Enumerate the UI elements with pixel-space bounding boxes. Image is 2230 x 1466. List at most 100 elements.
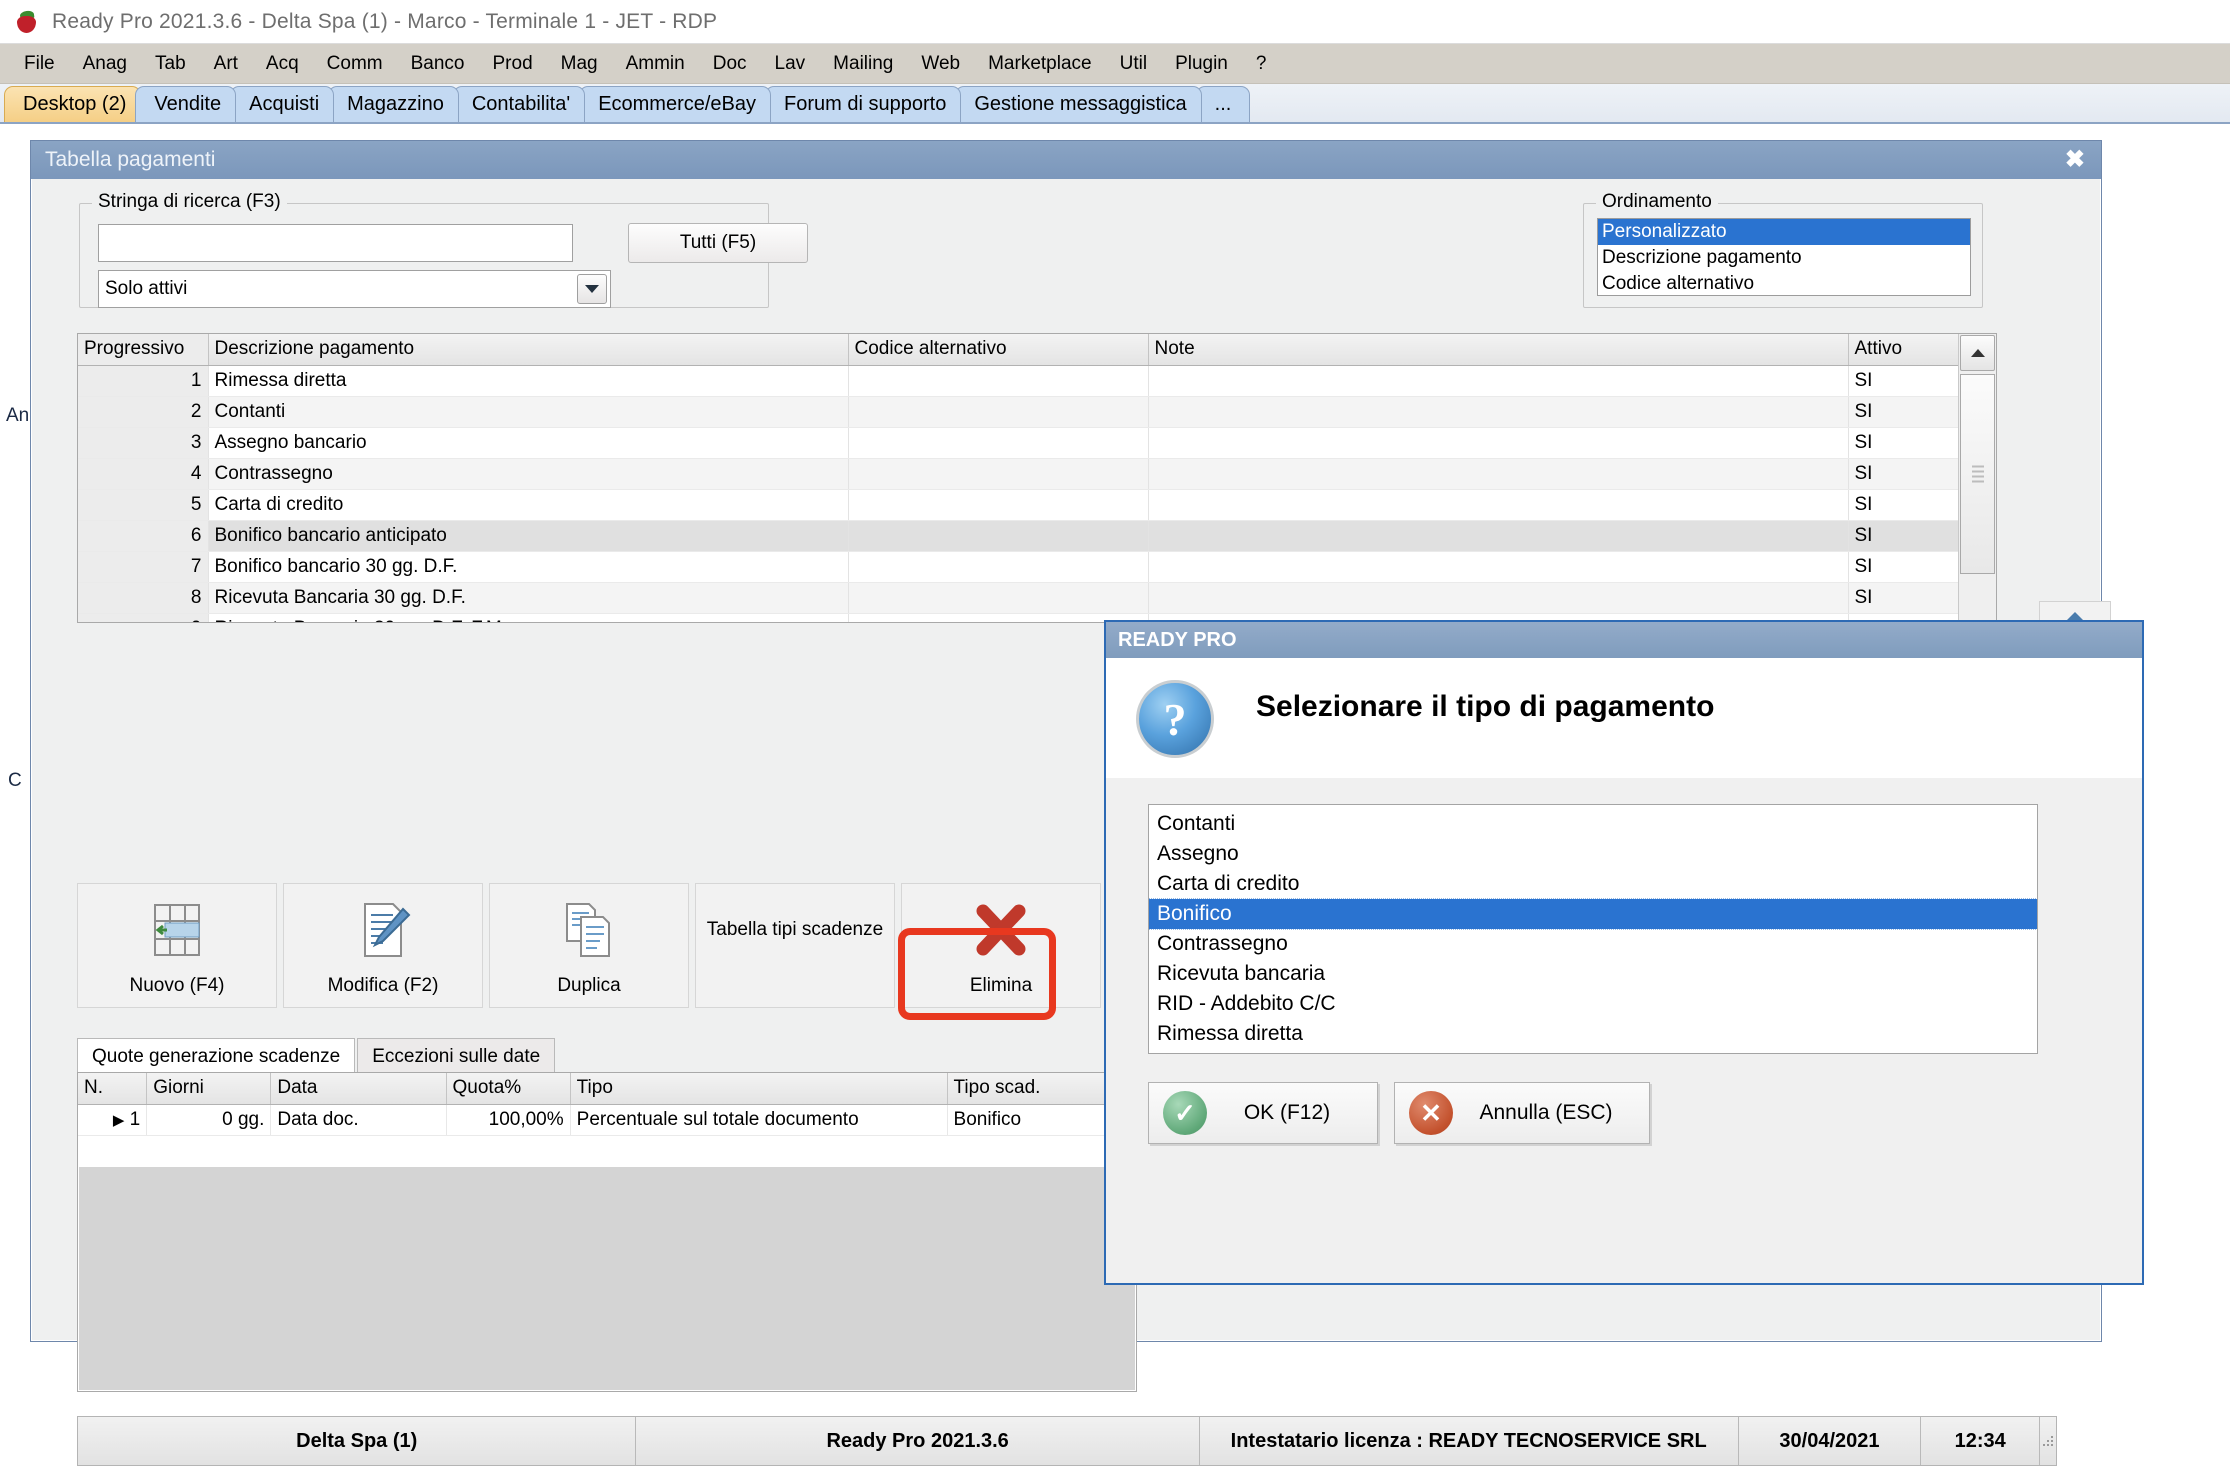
status-resize-grip[interactable] [2040,1417,2057,1465]
menu-item-prod[interactable]: Prod [479,49,547,79]
table-row[interactable]: 4ContrassegnoSISI [78,458,1996,490]
status-version: Ready Pro 2021.3.6 [636,1417,1200,1465]
status-time: 12:34 [1921,1417,2041,1465]
cell-note [1148,582,1849,614]
menu-item-acq[interactable]: Acq [252,49,313,79]
detail-tab-quote-generazione-scadenze[interactable]: Quote generazione scadenze [77,1038,356,1074]
installments-grid[interactable]: N. Giorni Data Quota% Tipo Tipo scad. ▶ 10 gg… [77,1072,1137,1392]
payment-type-option[interactable]: RID - Addebito C/C [1149,989,2037,1019]
grid-vertical-scrollbar[interactable] [1958,334,1996,622]
table-row[interactable]: 2ContantiSISI [78,396,1996,428]
menu-item-doc[interactable]: Doc [699,49,761,79]
column-header[interactable]: Descrizione pagamento [208,334,849,366]
table-row[interactable]: 8Ricevuta Bancaria 30 gg. D.F.SISI [78,582,1996,614]
menu-item-tab[interactable]: Tab [141,49,200,79]
toolbar-button-tabella-tipi-scadenze[interactable]: Tabella tipi scadenze [695,883,895,1008]
menu-item-[interactable]: ? [1242,49,1281,79]
tab-contabilita[interactable]: Contabilita' [452,86,586,122]
payment-type-listbox[interactable]: Contanti Assegno Carta di credito Bonifico C… [1148,804,2038,1054]
cell-n: 1 [129,1108,141,1130]
payment-type-option[interactable]: Bollettino postale [1149,1049,2037,1053]
menu-item-comm[interactable]: Comm [313,49,397,79]
tab-ecommerce-ebay[interactable]: Ecommerce/eBay [579,86,772,122]
payment-type-option[interactable]: Ricevuta bancaria [1149,959,2037,989]
menu-item-file[interactable]: File [10,49,69,79]
show-all-button[interactable]: Tutti (F5) [628,223,808,263]
menu-item-banco[interactable]: Banco [397,49,479,79]
search-input[interactable] [98,224,573,262]
chevron-down-icon[interactable] [577,274,607,304]
table-row[interactable]: 6Bonifico bancario anticipatoSISI [78,520,1996,552]
menu-item-marketplace[interactable]: Marketplace [974,49,1106,79]
tab-vendite[interactable]: Vendite [135,86,237,122]
column-header[interactable]: Giorni [146,1073,272,1105]
toolbar-button-modifica-f2[interactable]: Modifica (F2) [283,883,483,1008]
tab-forum-di-supporto[interactable]: Forum di supporto [765,86,962,122]
menu-item-art[interactable]: Art [200,49,252,79]
column-header[interactable]: Quota% [446,1073,571,1105]
document-titlebar: Tabella pagamenti ✖ [31,141,2101,179]
installments-table-header: N. Giorni Data Quota% Tipo Tipo scad. [78,1073,1136,1105]
toolbar-button-nuovo-f4[interactable]: Nuovo (F4) [77,883,277,1008]
ordinamento-listbox[interactable]: Personalizzato Descrizione pagamento Codic… [1597,218,1971,296]
column-header[interactable]: N. [78,1073,148,1105]
table-row[interactable]: ▶ 10 gg. Data doc. 100,00% Percentuale sul … [78,1104,1136,1136]
cell-desc: Rimessa diretta [208,365,849,397]
payment-type-option[interactable]: Assegno [1149,839,2037,869]
menu-item-ammin[interactable]: Ammin [612,49,699,79]
table-row[interactable]: 1Rimessa direttaSISI [78,365,1996,397]
column-header[interactable]: Tipo [570,1073,948,1105]
cell-code [848,613,1149,622]
cell-giorni: 0 gg. [146,1104,272,1136]
installments-empty-area [79,1167,1135,1390]
tab-magazzino[interactable]: Magazzino [328,86,459,122]
ordinamento-option[interactable]: Codice alternativo [1598,271,1970,295]
cell-code [848,427,1149,459]
menu-item-anag[interactable]: Anag [69,49,141,79]
payment-type-option[interactable]: Carta di credito [1149,869,2037,899]
scrollbar-thumb[interactable] [1960,374,1995,574]
filter-select[interactable]: Solo attivi [98,270,611,308]
payments-grid[interactable]: Progressivo Descrizione pagamento Codice a… [77,333,1997,623]
cell-desc: Carta di credito [208,489,849,521]
table-row[interactable]: 7Bonifico bancario 30 gg. D.F.SISI [78,551,1996,583]
menu-item-web[interactable]: Web [907,49,974,79]
detail-tab-eccezioni-sulle-date[interactable]: Eccezioni sulle date [357,1038,556,1074]
toolbar-button-elimina[interactable]: Elimina [901,883,1101,1008]
payment-type-option[interactable]: Contrassegno [1149,929,2037,959]
cancel-button[interactable]: ✕ Annulla (ESC) [1394,1082,1650,1144]
module-tabstrip: Desktop (2) Vendite Acquisti Magazzino Conta… [0,84,2230,124]
tab-acquisti[interactable]: Acquisti [230,86,335,122]
table-row[interactable]: 3Assegno bancarioSISI [78,427,1996,459]
cell-prog: 2 [78,396,209,428]
payment-type-option[interactable]: Contanti [1149,809,2037,839]
menu-item-mag[interactable]: Mag [547,49,612,79]
payment-type-option[interactable]: Rimessa diretta [1149,1019,2037,1049]
tab-desktop-2[interactable]: Desktop (2) [4,86,142,122]
ordinamento-option[interactable]: Descrizione pagamento [1598,245,1970,271]
row-marker-icon: ▶ [112,1111,125,1129]
close-icon[interactable]: ✖ [2059,148,2091,172]
tab-[interactable]: ... [1195,86,1251,122]
payment-type-option[interactable]: Bonifico [1149,898,2037,930]
toolbar-button-text: Tabella tipi scadenze [696,884,894,975]
menu-item-plugin[interactable]: Plugin [1161,49,1242,79]
column-header[interactable]: Data [270,1073,447,1105]
menu-item-mailing[interactable]: Mailing [819,49,907,79]
ordinamento-option[interactable]: Personalizzato [1598,219,1970,245]
menu-item-lav[interactable]: Lav [761,49,820,79]
cell-code [848,396,1149,428]
cell-desc: Assegno bancario [208,427,849,459]
edge-label-bottom: C [8,770,22,791]
cell-note [1148,520,1849,552]
ok-button[interactable]: ✓ OK (F12) [1148,1082,1378,1144]
column-header[interactable]: Codice alternativo [848,334,1149,366]
column-header[interactable]: Note [1148,334,1849,366]
tab-gestione-messaggistica[interactable]: Gestione messaggistica [955,86,1202,122]
document-title: Tabella pagamenti [45,148,216,171]
column-header[interactable]: Progressivo [78,334,209,366]
toolbar-button-duplica[interactable]: Duplica [489,883,689,1008]
table-row[interactable]: 5Carta di creditoSISI [78,489,1996,521]
scroll-up-icon[interactable] [1960,335,1995,371]
menu-item-util[interactable]: Util [1106,49,1161,79]
